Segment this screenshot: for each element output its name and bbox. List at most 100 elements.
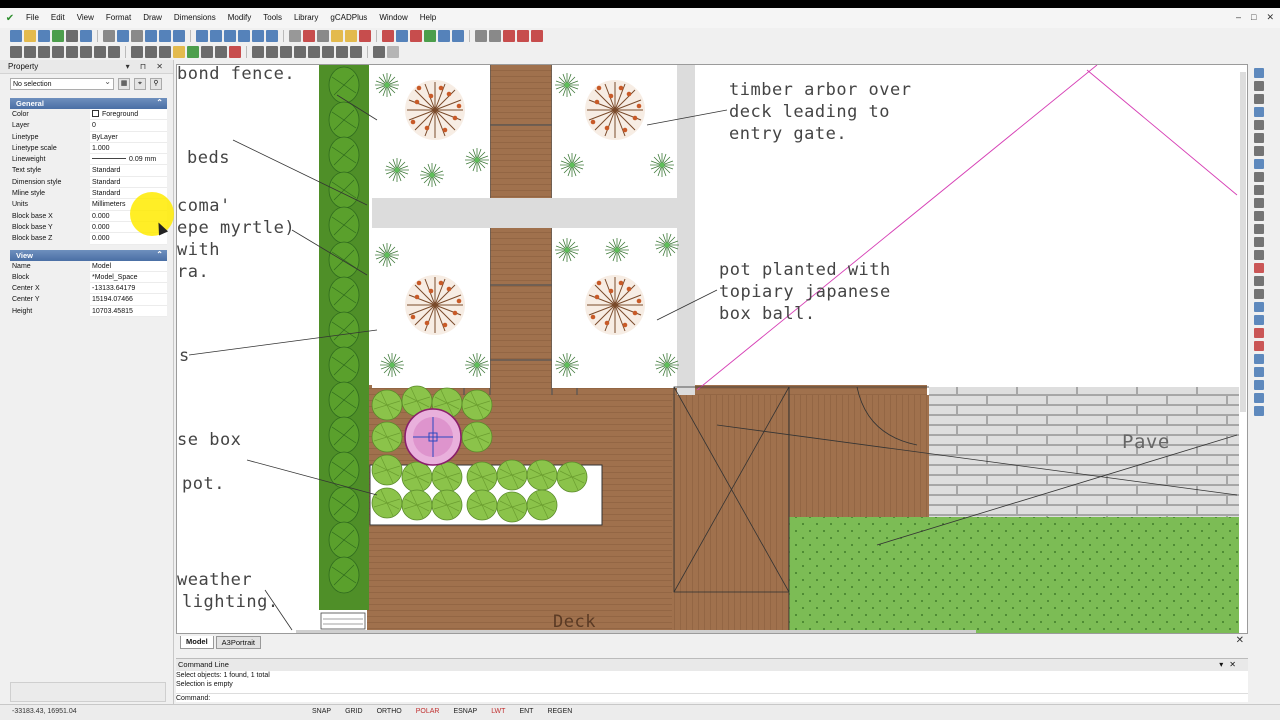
property-value[interactable]: Foreground bbox=[90, 109, 167, 121]
menu-dimensions[interactable]: Dimensions bbox=[168, 8, 222, 28]
property-value[interactable]: 0.09 mm bbox=[90, 154, 167, 166]
status-toggle-ortho[interactable]: ORTHO bbox=[377, 708, 402, 715]
side-toolbar-button-icon[interactable] bbox=[1254, 406, 1264, 416]
close-icon[interactable]: ✕ bbox=[1266, 12, 1274, 23]
toolbar-button-icon[interactable] bbox=[131, 30, 143, 42]
menu-window[interactable]: Window bbox=[373, 8, 413, 28]
side-toolbar-button-icon[interactable] bbox=[1254, 289, 1264, 299]
status-toggle-lwt[interactable]: LWT bbox=[491, 708, 505, 715]
toolbar-button-icon[interactable] bbox=[280, 46, 292, 58]
property-row[interactable]: Color Foreground bbox=[10, 109, 167, 121]
selection-dropdown[interactable]: No selection bbox=[10, 76, 114, 90]
menu-file[interactable]: File bbox=[20, 8, 45, 28]
property-value[interactable]: Standard bbox=[90, 176, 167, 189]
property-value[interactable]: 10703.45815 bbox=[90, 305, 167, 318]
side-toolbar-button-icon[interactable] bbox=[1254, 315, 1264, 325]
property-row[interactable]: Lineweight 0.09 mm bbox=[10, 154, 167, 166]
property-row[interactable]: Center X -13133.64179 bbox=[10, 283, 167, 295]
toolbar-button-icon[interactable] bbox=[201, 46, 213, 58]
side-toolbar-button-icon[interactable] bbox=[1254, 276, 1264, 286]
collapse-chevron-icon[interactable]: ⌃ bbox=[156, 97, 163, 108]
select-objects-icon[interactable]: ⌖ bbox=[134, 78, 146, 90]
toolbar-button-icon[interactable] bbox=[238, 30, 250, 42]
command-input[interactable]: Command: bbox=[176, 693, 1248, 703]
toolbar-button-icon[interactable] bbox=[145, 46, 157, 58]
menu-modify[interactable]: Modify bbox=[222, 8, 258, 28]
side-toolbar-button-icon[interactable] bbox=[1254, 367, 1264, 377]
toolbar-button-icon[interactable] bbox=[187, 46, 199, 58]
property-row[interactable]: Block base Z 0.000 bbox=[10, 233, 167, 245]
toolbar-button-icon[interactable] bbox=[38, 30, 50, 42]
toolbar-button-icon[interactable] bbox=[475, 30, 487, 42]
side-toolbar-button-icon[interactable] bbox=[1254, 393, 1264, 403]
property-row[interactable]: Height 10703.45815 bbox=[10, 305, 167, 318]
toolbar-button-icon[interactable] bbox=[322, 46, 334, 58]
menu-format[interactable]: Format bbox=[100, 8, 137, 28]
toolbar-button-icon[interactable] bbox=[252, 46, 264, 58]
tab-model[interactable]: Model bbox=[180, 636, 214, 649]
toolbar-button-icon[interactable] bbox=[317, 30, 329, 42]
toolbar-button-icon[interactable] bbox=[517, 30, 529, 42]
toolbar-button-icon[interactable] bbox=[66, 46, 78, 58]
status-toggle-ent[interactable]: ENT bbox=[519, 708, 533, 715]
toolbar-button-icon[interactable] bbox=[52, 46, 64, 58]
toolbar-button-icon[interactable] bbox=[489, 30, 501, 42]
toolbar-button-icon[interactable] bbox=[224, 30, 236, 42]
toolbar-button-icon[interactable] bbox=[173, 30, 185, 42]
toolbar-button-icon[interactable] bbox=[331, 30, 343, 42]
toolbar-button-icon[interactable] bbox=[173, 46, 185, 58]
property-value[interactable]: Model bbox=[90, 260, 167, 272]
property-row[interactable]: Linetype scale 1.000 bbox=[10, 142, 167, 155]
toolbar-button-icon[interactable] bbox=[336, 46, 348, 58]
toolbar-button-icon[interactable] bbox=[531, 30, 543, 42]
toolbar-button-icon[interactable] bbox=[103, 30, 115, 42]
side-toolbar-button-icon[interactable] bbox=[1254, 120, 1264, 130]
toolbar-button-icon[interactable] bbox=[131, 46, 143, 58]
toolbar-button-icon[interactable] bbox=[294, 46, 306, 58]
collapse-chevron-icon[interactable]: ⌃ bbox=[156, 249, 163, 260]
toolbar-button-icon[interactable] bbox=[289, 30, 301, 42]
toolbar-button-icon[interactable] bbox=[52, 30, 64, 42]
side-toolbar-button-icon[interactable] bbox=[1254, 94, 1264, 104]
side-toolbar-button-icon[interactable] bbox=[1254, 263, 1264, 273]
menu-help[interactable]: Help bbox=[414, 8, 442, 28]
menu-tools[interactable]: Tools bbox=[257, 8, 288, 28]
property-value[interactable]: 1.000 bbox=[90, 142, 167, 155]
property-value[interactable]: *Model_Space bbox=[90, 271, 167, 284]
toolbar-button-icon[interactable] bbox=[396, 30, 408, 42]
drawing-canvas[interactable]: bond fence. beds coma' epe myrtle) with … bbox=[176, 64, 1248, 634]
toolbar-button-icon[interactable] bbox=[252, 30, 264, 42]
toolbar-button-icon[interactable] bbox=[266, 30, 278, 42]
toolbar-button-icon[interactable] bbox=[38, 46, 50, 58]
property-row[interactable]: Dimension style Standard bbox=[10, 176, 167, 189]
status-toggle-regen[interactable]: REGEN bbox=[547, 708, 572, 715]
toolbar-button-icon[interactable] bbox=[424, 30, 436, 42]
general-section-header[interactable]: General ⌃ bbox=[10, 98, 167, 109]
toolbar-button-icon[interactable] bbox=[266, 46, 278, 58]
toolbar-button-icon[interactable] bbox=[387, 46, 399, 58]
toolbar-button-icon[interactable] bbox=[145, 30, 157, 42]
side-toolbar-button-icon[interactable] bbox=[1254, 172, 1264, 182]
toggle-pickadd-icon[interactable]: ▦ bbox=[118, 78, 130, 90]
toolbar-button-icon[interactable] bbox=[196, 30, 208, 42]
side-toolbar-button-icon[interactable] bbox=[1254, 302, 1264, 312]
property-row[interactable]: Center Y 15194.07466 bbox=[10, 294, 167, 306]
side-toolbar-button-icon[interactable] bbox=[1254, 185, 1264, 195]
side-toolbar-button-icon[interactable] bbox=[1254, 224, 1264, 234]
status-toggle-polar[interactable]: POLAR bbox=[416, 708, 440, 715]
property-row[interactable]: Text style Standard bbox=[10, 165, 167, 177]
horizontal-scrollbar[interactable] bbox=[296, 630, 976, 633]
toolbar-button-icon[interactable] bbox=[345, 30, 357, 42]
toolbar-button-icon[interactable] bbox=[229, 46, 241, 58]
status-toggle-snap[interactable]: SNAP bbox=[312, 708, 331, 715]
toolbar-button-icon[interactable] bbox=[80, 46, 92, 58]
toolbar-button-icon[interactable] bbox=[452, 30, 464, 42]
toolbar-button-icon[interactable] bbox=[24, 46, 36, 58]
menu-library[interactable]: Library bbox=[288, 8, 324, 28]
view-section-header[interactable]: View ⌃ bbox=[10, 249, 167, 261]
property-value[interactable]: 15194.07466 bbox=[90, 294, 167, 306]
property-value[interactable]: Standard bbox=[90, 165, 167, 177]
side-toolbar-button-icon[interactable] bbox=[1254, 354, 1264, 364]
property-row[interactable]: Layer 0 bbox=[10, 120, 167, 132]
toolbar-button-icon[interactable] bbox=[117, 30, 129, 42]
